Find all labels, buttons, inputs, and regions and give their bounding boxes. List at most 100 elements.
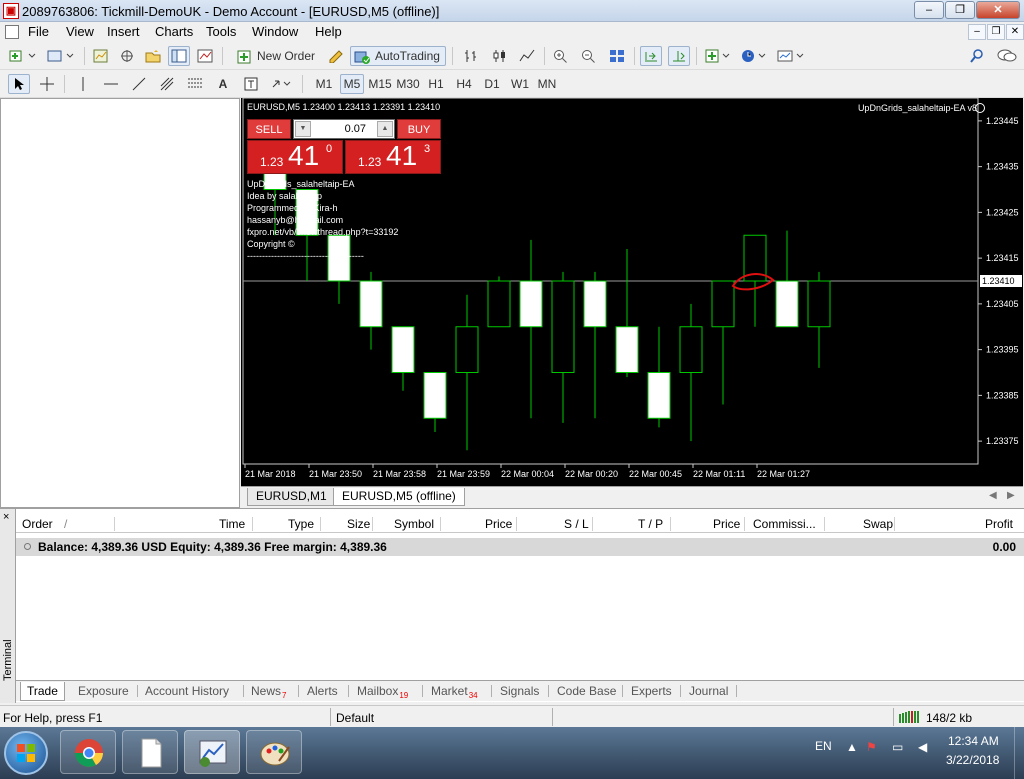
tab-trade[interactable]: Trade <box>20 682 65 701</box>
lot-size-field[interactable]: ▼ 0.07 ▲ <box>293 119 395 139</box>
horizontal-line-icon[interactable] <box>100 74 122 94</box>
volume-icon[interactable]: ◀ <box>918 740 927 754</box>
profiles-button[interactable] <box>44 46 78 66</box>
buy-button[interactable]: BUY <box>397 119 441 139</box>
col-type[interactable]: Type <box>288 517 314 531</box>
tab-experts[interactable]: Experts <box>631 682 672 701</box>
paint-taskbar-icon[interactable] <box>246 730 302 774</box>
terminal-toggle-icon[interactable] <box>168 46 190 66</box>
col-symbol[interactable]: Symbol <box>394 517 434 531</box>
show-hidden-icons-icon[interactable]: ▲ <box>846 740 858 754</box>
start-button[interactable] <box>4 731 48 775</box>
col-size[interactable]: Size <box>347 517 370 531</box>
col-profit[interactable]: Profit <box>985 517 1013 531</box>
col-price[interactable]: Price <box>485 517 512 531</box>
lot-increase-icon[interactable]: ▲ <box>377 121 393 137</box>
col-take-profit[interactable]: T / P <box>638 517 663 531</box>
child-window-icon[interactable] <box>5 25 19 39</box>
autotrading-button[interactable]: AutoTrading <box>350 46 446 66</box>
navigator-panel[interactable] <box>0 98 240 508</box>
chat-icon[interactable] <box>994 46 1020 66</box>
metatrader-taskbar-icon[interactable] <box>184 730 240 774</box>
timeframe-d1-button[interactable]: D1 <box>480 74 504 94</box>
network-icon[interactable]: ▭ <box>892 740 903 754</box>
market-watch-icon[interactable] <box>90 46 112 66</box>
templates-icon[interactable] <box>774 46 808 66</box>
auto-scroll-icon[interactable] <box>640 46 662 66</box>
menu-window[interactable]: Window <box>252 24 298 39</box>
document-taskbar-icon[interactable] <box>122 730 178 774</box>
strategy-tester-icon[interactable] <box>194 46 216 66</box>
buy-price-button[interactable]: 1.23 41 3 <box>345 140 441 174</box>
connection-status-icon[interactable] <box>898 710 922 723</box>
zoom-out-icon[interactable] <box>578 46 600 66</box>
metaeditor-icon[interactable] <box>326 46 346 66</box>
tab-account-history[interactable]: Account History <box>145 682 229 701</box>
sell-price-button[interactable]: 1.23 41 0 <box>247 140 343 174</box>
candlestick-chart-icon[interactable] <box>488 46 510 66</box>
tab-mailbox[interactable]: Mailbox19 <box>357 682 408 701</box>
col-stop-loss[interactable]: S / L <box>564 517 589 531</box>
timeframe-m1-button[interactable]: M1 <box>312 74 336 94</box>
text-label-icon[interactable] <box>240 74 262 94</box>
crosshair-icon[interactable] <box>36 74 58 94</box>
tab-news[interactable]: News7 <box>251 682 286 701</box>
close-button[interactable]: ✕ <box>976 1 1020 19</box>
fibonacci-icon[interactable] <box>184 74 206 94</box>
mdi-close-button[interactable]: ✕ <box>1006 24 1024 40</box>
equidistant-channel-icon[interactable] <box>156 74 178 94</box>
cursor-icon[interactable] <box>8 74 30 94</box>
menu-tools[interactable]: Tools <box>206 24 236 39</box>
data-window-icon[interactable] <box>116 46 138 66</box>
line-chart-icon[interactable] <box>516 46 538 66</box>
new-order-button[interactable]: New Order <box>234 46 324 66</box>
tile-windows-icon[interactable] <box>606 46 628 66</box>
timeframe-mn-button[interactable]: MN <box>534 74 560 94</box>
chart-shift-icon[interactable] <box>668 46 690 66</box>
col-commission[interactable]: Commissi... <box>753 517 816 531</box>
clock-time[interactable]: 12:34 AM <box>948 734 999 748</box>
tabs-scroll-left-icon[interactable]: ◀ <box>989 490 997 501</box>
mdi-minimize-button[interactable]: – <box>968 24 986 40</box>
menu-help[interactable]: Help <box>315 24 342 39</box>
periods-icon[interactable] <box>738 46 770 66</box>
timeframe-m30-button[interactable]: M30 <box>394 74 422 94</box>
clock-date[interactable]: 3/22/2018 <box>946 753 999 767</box>
col-time[interactable]: Time <box>219 517 245 531</box>
timeframe-h4-button[interactable]: H4 <box>452 74 476 94</box>
arrows-icon[interactable] <box>268 74 294 94</box>
timeframe-h1-button[interactable]: H1 <box>424 74 448 94</box>
restore-button[interactable]: ❐ <box>945 1 975 19</box>
lot-decrease-icon[interactable]: ▼ <box>295 121 311 137</box>
timeframe-w1-button[interactable]: W1 <box>508 74 532 94</box>
menu-file[interactable]: File <box>28 24 49 39</box>
new-chart-button[interactable] <box>6 46 40 66</box>
tab-eurusd-m1[interactable]: EURUSD,M1 <box>247 488 336 506</box>
show-desktop-button[interactable] <box>1014 727 1024 779</box>
balance-row[interactable]: Balance: 4,389.36 USD Equity: 4,389.36 F… <box>16 538 1024 556</box>
menu-charts[interactable]: Charts <box>155 24 193 39</box>
tab-exposure[interactable]: Exposure <box>78 682 129 701</box>
col-swap[interactable]: Swap <box>863 517 893 531</box>
zoom-in-icon[interactable] <box>550 46 572 66</box>
tab-journal[interactable]: Journal <box>689 682 728 701</box>
search-icon[interactable] <box>966 46 988 66</box>
tab-signals[interactable]: Signals <box>500 682 539 701</box>
timeframe-m15-button[interactable]: M15 <box>366 74 394 94</box>
navigator-icon[interactable] <box>142 46 164 66</box>
tab-market[interactable]: Market34 <box>431 682 478 701</box>
chrome-taskbar-icon[interactable] <box>60 730 116 774</box>
vertical-line-icon[interactable] <box>72 74 94 94</box>
text-tool-icon[interactable]: A <box>212 74 234 94</box>
menu-insert[interactable]: Insert <box>107 24 140 39</box>
chart-window[interactable]: 1.23445 1.23435 1.23425 1.23415 1.23405 1.233… <box>241 98 1023 486</box>
tab-eurusd-m5-offline[interactable]: EURUSD,M5 (offline) <box>333 488 465 506</box>
trendline-icon[interactable] <box>128 74 150 94</box>
language-indicator[interactable]: EN <box>815 739 832 753</box>
indicators-icon[interactable] <box>702 46 734 66</box>
action-center-flag-icon[interactable]: ⚑ <box>866 740 877 754</box>
minimize-button[interactable]: – <box>914 1 944 19</box>
sell-button[interactable]: SELL <box>247 119 291 139</box>
col-order[interactable]: Order <box>22 517 53 531</box>
tab-code-base[interactable]: Code Base <box>557 682 616 701</box>
